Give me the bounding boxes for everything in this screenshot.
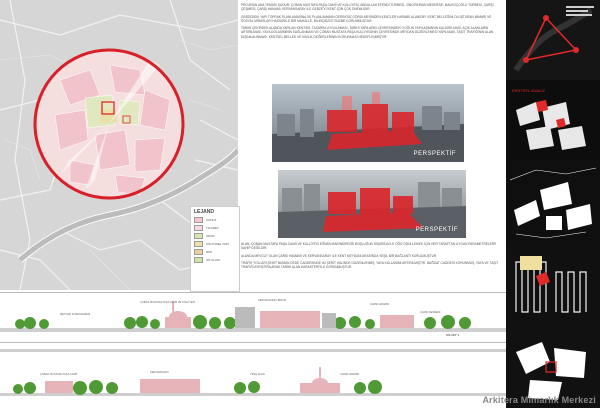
section-label: KERVANSARAY [150, 371, 170, 374]
project-description: PROJENİN ANA TEMASI ŞUDUR: ÇOBAN MUSTAFA… [241, 3, 497, 42]
legend-item: SPOR [191, 232, 239, 240]
section-label: MEYDAN DÜZENLEMESİ [60, 313, 91, 316]
perspective-label: PERSPEKTİF [413, 151, 456, 157]
legend-item: KÜLTÜREL YAPI [191, 240, 239, 248]
legend-swatch [194, 217, 203, 223]
section-label: KERVANSARAY BİNASI [258, 299, 287, 302]
description-paragraph: PROJENİN ANA TEMASI ŞUDUR: ÇOBAN MUSTAFA… [241, 3, 494, 12]
watermark-text: Arkitera Mimarlık Merkezi [482, 395, 596, 405]
section-label: YEŞİL ALAN [250, 373, 265, 376]
legend-swatch [194, 257, 203, 263]
analysis-panel-2: KENTSEL ANALİZ [506, 80, 600, 160]
section-label: ÇOBAN MUSTAFA PAŞA CAMİİ VE KÜLLİYESİ [140, 301, 196, 304]
legend-item: SİT ALANI [191, 256, 239, 264]
section-silhouette-1: ÇOBAN MUSTAFA PAŞA CAMİİ VE KÜLLİYESİ KE… [0, 292, 506, 341]
legend-swatch [194, 241, 203, 247]
perspective-view-2: PERSPEKTİF [278, 170, 466, 238]
notes-paragraph: ALANDA MEVCUT OLAN ÇARŞI HAMAMI VE KERVA… [241, 253, 438, 258]
analysis-panel-1 [506, 0, 600, 80]
project-notes: ALAN, ÇOBAN MUSTAFA PAŞA CAMİİ VE KÜLLİY… [241, 242, 503, 272]
analysis-panel-4 [506, 242, 600, 322]
map-legend: LEJAND KONUT TİCARET SPOR KÜLTÜREL YAPI … [190, 206, 240, 292]
section-label: ÇARŞI HAMAMI [370, 303, 390, 306]
section-label: ÇARŞI HAMAMI [340, 373, 360, 376]
perspective-label: PERSPEKTİF [415, 227, 458, 233]
description-paragraph: TARİHİ ÇEKİRDEK ALANDA YAPILAN KENTSEL T… [241, 26, 494, 39]
legend-item: TİCARET [191, 224, 239, 232]
silhouette-1-graphic [0, 301, 506, 332]
legend-swatch [194, 225, 203, 231]
description-paragraph: GEBZEDEKİ YAPI TOPRAK PLANLAMASINA VE PL… [241, 14, 492, 23]
legend-title: LEJAND [194, 209, 215, 215]
notes-paragraph: ALAN, ÇOBAN MUSTAFA PAŞA CAMİİ VE KÜLLİY… [241, 242, 497, 251]
section-label: ÇARŞI ÇEŞMESİ [420, 311, 441, 314]
legend-item: DİNİ [191, 248, 239, 256]
section-label: ÇOBAN MUSTAFA PAŞA CAMİİ [40, 373, 78, 376]
analysis-panel-3 [506, 160, 600, 242]
perspective-view-1: PERSPEKTİF [272, 84, 464, 162]
legend-item: KONUT [191, 216, 239, 224]
notes-paragraph: TRAFİK YOLLARI ŞEHİT NUMAN DEDE CADDESİN… [241, 260, 499, 270]
section-silhouette-2: ÇOBAN MUSTAFA PAŞA CAMİİ KERVANSARAY YEŞ… [0, 342, 506, 403]
panel-title: KENTSEL ANALİZ [512, 88, 546, 93]
legend-swatch [194, 233, 203, 239]
section-title: SİLÜET 1 [446, 333, 460, 337]
legend-swatch [194, 249, 203, 255]
